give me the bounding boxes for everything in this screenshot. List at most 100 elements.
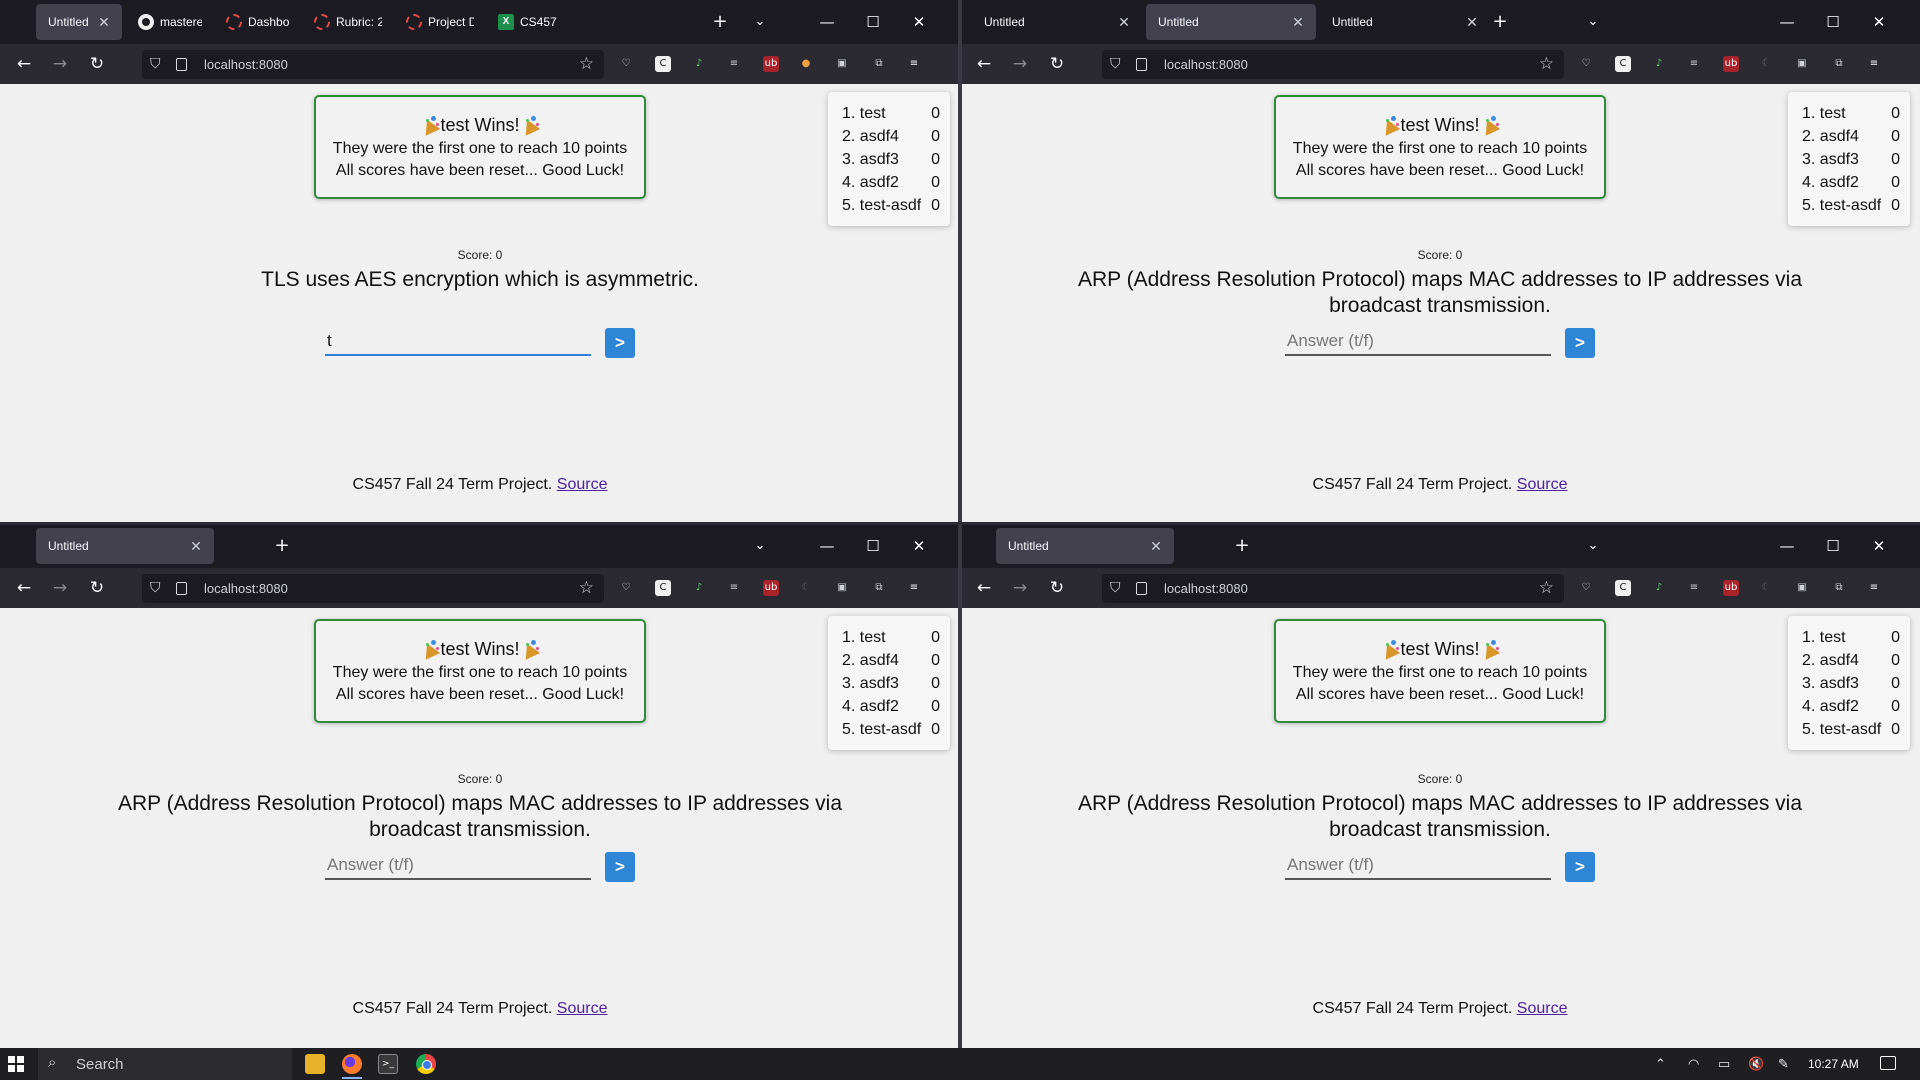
pocket-icon[interactable]: ♡ — [1578, 580, 1594, 596]
url-bar[interactable]: ⛉ localhost:8080 ☆ — [1102, 50, 1564, 79]
pocket-icon[interactable]: ♡ — [618, 56, 634, 72]
shield-icon[interactable]: ⛉ — [1110, 580, 1121, 596]
tab-1[interactable]: Untitled ✕ — [972, 4, 1142, 40]
tab-2[interactable]: Untitled ✕ — [1146, 4, 1316, 40]
ublock-icon[interactable]: ub — [1723, 56, 1739, 72]
minimize-button[interactable]: — — [1770, 8, 1804, 36]
forward-arrow-icon[interactable]: → — [1008, 576, 1032, 600]
close-window-button[interactable]: ✕ — [902, 532, 936, 560]
reload-icon[interactable]: ↻ — [1045, 52, 1069, 76]
back-arrow-icon[interactable]: ← — [972, 52, 996, 76]
shield-icon[interactable]: ⛉ — [1110, 56, 1121, 72]
extension-c-icon[interactable]: C — [655, 580, 671, 596]
url-bar[interactable]: ⛉ localhost:8080 ☆ — [142, 50, 604, 79]
maximize-button[interactable]: ☐ — [856, 532, 890, 560]
puzzle-icon[interactable]: ⧉ — [871, 56, 887, 72]
source-link[interactable]: Source — [1517, 476, 1568, 493]
chevron-down-icon[interactable]: ⌄ — [1581, 10, 1605, 34]
file-explorer-icon[interactable] — [305, 1054, 325, 1074]
answer-input[interactable] — [1285, 328, 1551, 356]
chevron-down-icon[interactable]: ⌄ — [748, 534, 772, 558]
ublock-icon[interactable]: ub — [763, 580, 779, 596]
bookmark-star-icon[interactable]: ☆ — [1539, 578, 1554, 598]
forward-arrow-icon[interactable]: → — [48, 576, 72, 600]
pocket-icon[interactable]: ♡ — [1578, 56, 1594, 72]
minimize-button[interactable]: — — [810, 8, 844, 36]
tab-1[interactable]: Untitled ✕ — [36, 528, 214, 564]
minimize-button[interactable]: — — [1770, 532, 1804, 560]
submit-button[interactable]: > — [605, 328, 635, 358]
new-tab-button[interactable]: + — [1488, 10, 1512, 34]
media-icon[interactable]: ▣ — [834, 56, 850, 72]
answer-input[interactable] — [325, 328, 591, 356]
menu-icon[interactable]: ≡ — [1866, 56, 1882, 72]
puzzle-icon[interactable]: ⧉ — [1831, 580, 1847, 596]
reader-icon[interactable]: ≡ — [726, 580, 742, 596]
taskbar-search[interactable]: ⌕ Search — [38, 1048, 292, 1080]
dark-mode-icon[interactable]: ☾ — [1758, 580, 1774, 596]
puzzle-icon[interactable]: ⧉ — [871, 580, 887, 596]
reload-icon[interactable]: ↻ — [85, 576, 109, 600]
forward-arrow-icon[interactable]: → — [1008, 52, 1032, 76]
firefox-icon[interactable] — [342, 1054, 362, 1074]
reader-icon[interactable]: ≡ — [1686, 580, 1702, 596]
pen-icon[interactable]: ✎ — [1778, 1056, 1789, 1072]
submit-button[interactable]: > — [605, 852, 635, 882]
tab-1[interactable]: Untitled ✕ — [996, 528, 1174, 564]
shield-icon[interactable]: ⛉ — [150, 56, 161, 72]
chrome-icon[interactable] — [416, 1054, 436, 1074]
close-icon[interactable]: ✕ — [1114, 14, 1134, 31]
extension-c-icon[interactable]: C — [1615, 580, 1631, 596]
source-link[interactable]: Source — [557, 476, 608, 493]
tab-6[interactable]: X CS457 Proje — [486, 4, 568, 40]
forward-arrow-icon[interactable]: → — [48, 52, 72, 76]
reload-icon[interactable]: ↻ — [1045, 576, 1069, 600]
submit-button[interactable]: > — [1565, 852, 1595, 882]
menu-icon[interactable]: ≡ — [1866, 580, 1882, 596]
close-icon[interactable]: ✕ — [1146, 538, 1166, 555]
close-window-button[interactable]: ✕ — [1862, 532, 1896, 560]
source-link[interactable]: Source — [557, 1000, 608, 1017]
tab-2[interactable]: masterex10 — [126, 4, 210, 40]
volume-muted-icon[interactable]: 🔇 — [1748, 1056, 1764, 1072]
url-bar[interactable]: ⛉ localhost:8080 ☆ — [142, 574, 604, 603]
source-link[interactable]: Source — [1517, 1000, 1568, 1017]
media-icon[interactable]: ▣ — [1794, 56, 1810, 72]
close-icon[interactable]: ✕ — [94, 14, 114, 31]
puzzle-icon[interactable]: ⧉ — [1831, 56, 1847, 72]
maximize-button[interactable]: ☐ — [856, 8, 890, 36]
reload-icon[interactable]: ↻ — [85, 52, 109, 76]
minimize-button[interactable]: — — [810, 532, 844, 560]
media-icon[interactable]: ▣ — [1794, 580, 1810, 596]
clock[interactable]: 10:27 AM — [1808, 1057, 1859, 1071]
music-note-icon[interactable]: ♪ — [691, 580, 707, 596]
tab-3[interactable]: Dashboard — [214, 4, 298, 40]
menu-icon[interactable]: ≡ — [906, 580, 922, 596]
ublock-icon[interactable]: ub — [1723, 580, 1739, 596]
new-tab-button[interactable]: + — [270, 534, 294, 558]
music-note-icon[interactable]: ♪ — [691, 56, 707, 72]
back-arrow-icon[interactable]: ← — [12, 52, 36, 76]
close-window-button[interactable]: ✕ — [902, 8, 936, 36]
media-icon[interactable]: ▣ — [834, 580, 850, 596]
music-note-icon[interactable]: ♪ — [1651, 580, 1667, 596]
bookmark-star-icon[interactable]: ☆ — [579, 578, 594, 598]
pocket-icon[interactable]: ♡ — [618, 580, 634, 596]
chevron-down-icon[interactable]: ⌄ — [1581, 534, 1605, 558]
bookmark-star-icon[interactable]: ☆ — [1539, 54, 1554, 74]
reader-icon[interactable]: ≡ — [726, 56, 742, 72]
tab-3[interactable]: Untitled ✕ — [1320, 4, 1490, 40]
music-note-icon[interactable]: ♪ — [1651, 56, 1667, 72]
notification-icon[interactable] — [1880, 1056, 1896, 1070]
back-arrow-icon[interactable]: ← — [12, 576, 36, 600]
chevron-down-icon[interactable]: ⌄ — [748, 10, 772, 34]
chevron-up-icon[interactable]: ⌃ — [1655, 1056, 1666, 1072]
shield-icon[interactable]: ⛉ — [150, 580, 161, 596]
tab-1[interactable]: Untitled ✕ — [36, 4, 122, 40]
reader-icon[interactable]: ≡ — [1686, 56, 1702, 72]
answer-input[interactable] — [1285, 852, 1551, 880]
extension-c-icon[interactable]: C — [1615, 56, 1631, 72]
tab-4[interactable]: Rubric: 2024 — [302, 4, 390, 40]
new-tab-button[interactable]: + — [1230, 534, 1254, 558]
close-icon[interactable]: ✕ — [186, 538, 206, 555]
